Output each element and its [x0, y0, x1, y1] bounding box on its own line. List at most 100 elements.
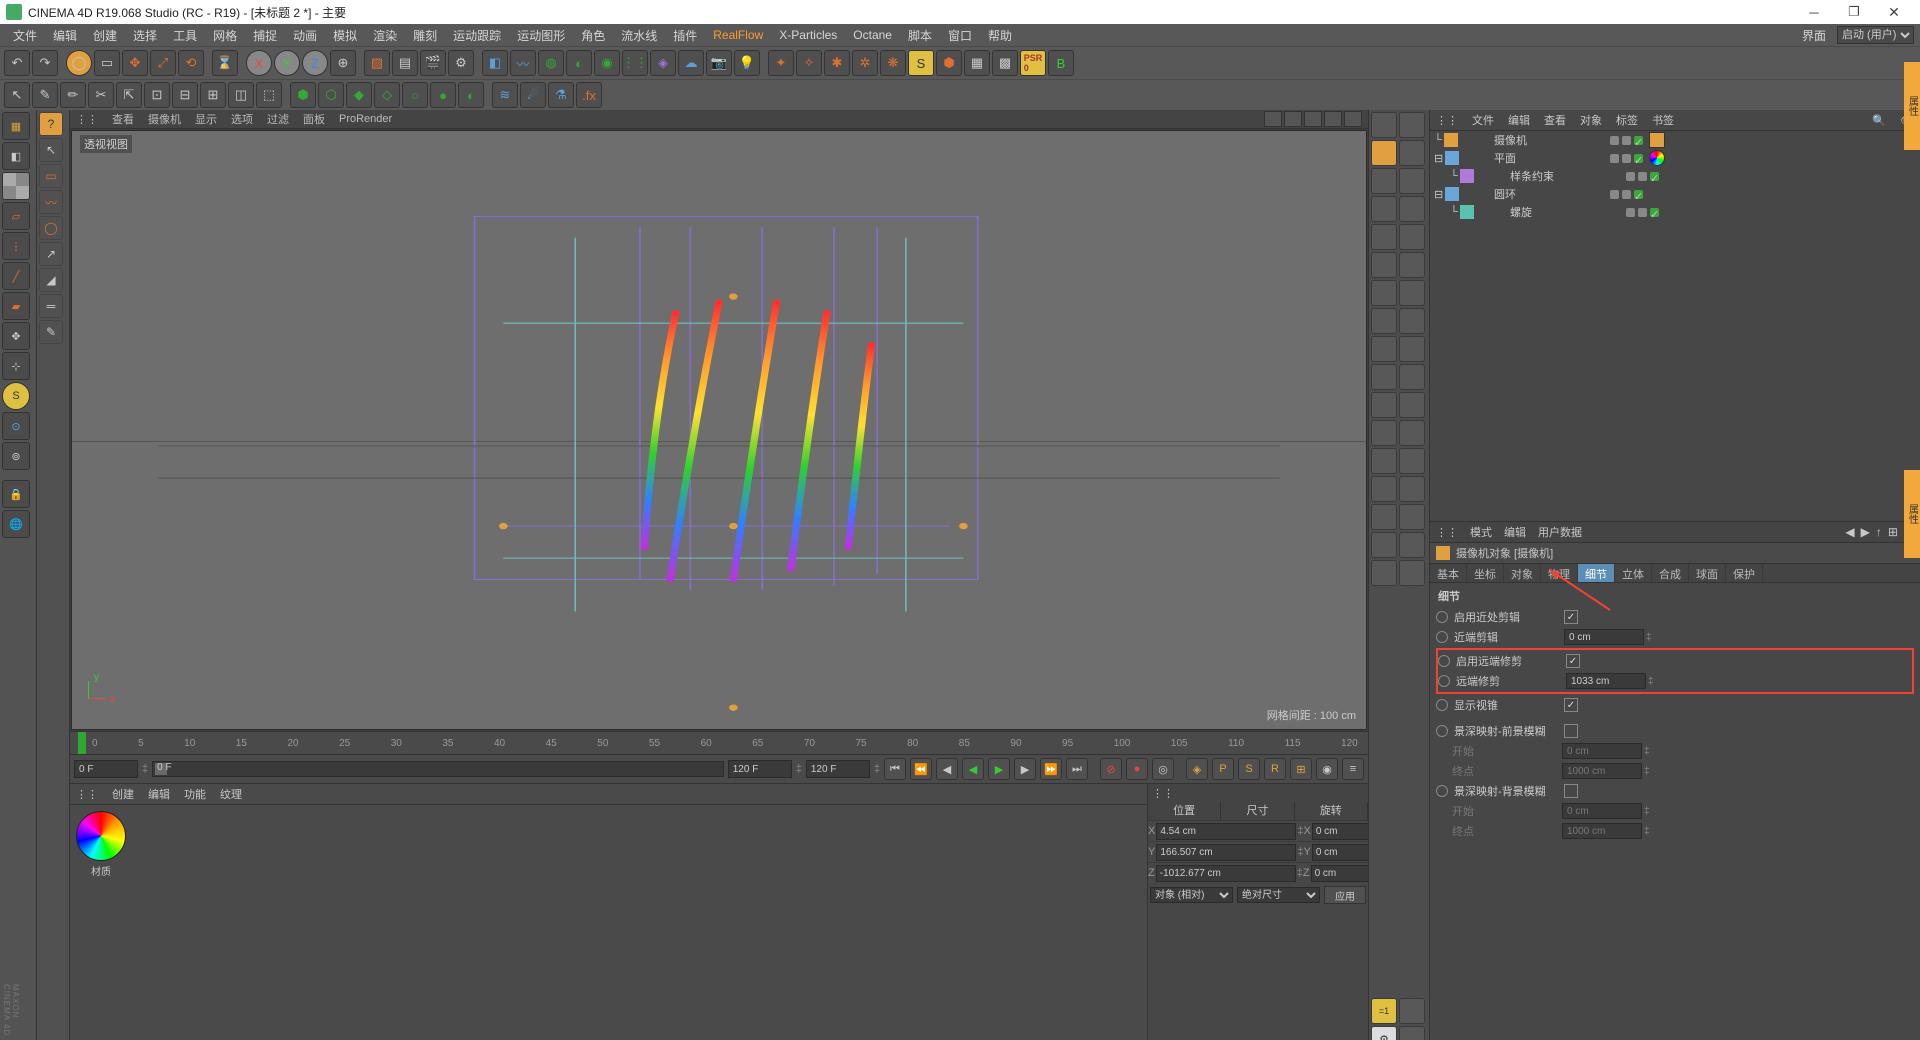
near-enable-checkbox[interactable]: ✓ [1564, 610, 1578, 624]
undo-icon[interactable]: ↶ [4, 50, 30, 76]
menu-snap[interactable]: 捕捉 [246, 25, 284, 46]
poly-mode-icon[interactable]: ▰ [2, 292, 30, 320]
vmenu-display[interactable]: 显示 [195, 111, 217, 127]
kpl-icon[interactable]: ⊞ [1290, 758, 1312, 780]
vmenu-options[interactable]: 选项 [231, 111, 253, 127]
coord-mode-select[interactable]: 对象 (相对) [1150, 887, 1233, 903]
obj-row-plane[interactable]: ⊟ 平面 ✓ [1430, 149, 1920, 167]
cursor-icon[interactable]: ↖ [4, 82, 30, 108]
mg6-icon[interactable]: ● [430, 82, 456, 108]
kr-icon[interactable]: R [1264, 758, 1286, 780]
subtab-stereo[interactable]: 立体 [1615, 564, 1652, 582]
radio-icon[interactable] [1436, 631, 1448, 643]
radio-icon[interactable] [1438, 655, 1450, 667]
goto-start-icon[interactable]: ⏮ [884, 758, 906, 780]
p13-icon[interactable] [1371, 280, 1397, 306]
axis-mode-icon[interactable]: ✥ [2, 322, 30, 350]
menu-xparticles[interactable]: X-Particles [772, 26, 844, 44]
perspective-viewport[interactable]: 透视视图 [71, 130, 1367, 730]
menu-window[interactable]: 窗口 [941, 25, 979, 46]
tool2-icon[interactable]: ⊟ [172, 82, 198, 108]
lasso-icon[interactable]: ◯ [39, 216, 63, 240]
object-tree[interactable]: └ 摄像机 ✓ ⊟ 平面 ✓ └ 样条约束 ✓ ⊟ 圆环 ✓ [1430, 131, 1920, 521]
axis-z-icon[interactable]: Z [302, 50, 328, 76]
mat-tab-func[interactable]: 功能 [184, 786, 206, 802]
om-tab-view[interactable]: 查看 [1544, 112, 1566, 128]
select-live-icon[interactable]: ◯ [66, 50, 92, 76]
coord-size-select[interactable]: 绝对尺寸 [1237, 887, 1320, 903]
coord-apply-button[interactable]: 应用 [1324, 886, 1366, 904]
om-tab-tags[interactable]: 标签 [1616, 112, 1638, 128]
km-icon[interactable]: ◉ [1316, 758, 1338, 780]
radio-icon[interactable] [1436, 699, 1448, 711]
menu-mesh[interactable]: 网格 [206, 25, 244, 46]
mg1-icon[interactable]: ⬢ [290, 82, 316, 108]
p7-icon[interactable] [1371, 196, 1397, 222]
vmenu-prorender[interactable]: ProRender [339, 113, 392, 125]
p34-icon[interactable] [1399, 560, 1425, 586]
render-pv-icon[interactable]: 🎬 [420, 50, 446, 76]
xp4-icon[interactable]: ✲ [852, 50, 878, 76]
kopt-icon[interactable]: ≡ [1342, 758, 1364, 780]
p20-icon[interactable] [1399, 364, 1425, 390]
obj-row-splinewrap[interactable]: └ 样条约束 ✓ [1430, 167, 1920, 185]
far-clip-input[interactable] [1566, 673, 1646, 689]
radio-icon[interactable] [1438, 675, 1450, 687]
vmenu-camera[interactable]: 摄像机 [148, 111, 181, 127]
autokey-icon[interactable]: ◎ [1152, 758, 1174, 780]
axis-y-icon[interactable]: Y [274, 50, 300, 76]
om-tab-bookmarks[interactable]: 书签 [1652, 112, 1674, 128]
play-icon[interactable]: ▶ [988, 758, 1010, 780]
om-search-icon[interactable]: 🔍 [1872, 114, 1886, 127]
am-nav-new-icon[interactable]: ⊞ [1888, 525, 1898, 539]
menu-select[interactable]: 选择 [126, 25, 164, 46]
tweak-icon[interactable]: ⊹ [2, 352, 30, 380]
brush2-icon[interactable]: ✏ [60, 82, 86, 108]
p25-icon[interactable] [1371, 448, 1397, 474]
psr-icon[interactable]: PSR0 [1020, 50, 1046, 76]
vmenu-filter[interactable]: 过滤 [267, 111, 289, 127]
kp-icon[interactable]: P [1212, 758, 1234, 780]
vp-nav5-icon[interactable] [1344, 111, 1362, 127]
spin-icon[interactable]: ‡ [142, 763, 148, 775]
p2-icon[interactable] [1399, 112, 1425, 138]
layout-select[interactable]: 启动 (用户) [1837, 26, 1914, 44]
point-mode-icon[interactable]: ⋮ [2, 232, 30, 260]
p5-icon[interactable] [1371, 168, 1397, 194]
grip-icon[interactable]: ⋮⋮ [1436, 526, 1458, 539]
dyn3-icon[interactable]: ⚗ [548, 82, 574, 108]
subtab-coord[interactable]: 坐标 [1467, 564, 1504, 582]
grip-icon[interactable]: ⋮⋮ [1436, 114, 1458, 127]
subtab-object[interactable]: 对象 [1504, 564, 1541, 582]
minimize-button[interactable]: ─ [1794, 0, 1834, 24]
obj-row-helix[interactable]: └ 螺旋 ✓ [1430, 203, 1920, 221]
menu-file[interactable]: 文件 [6, 25, 44, 46]
plugin3-icon[interactable]: B [1048, 50, 1074, 76]
array-icon[interactable]: ⋮⋮ [622, 50, 648, 76]
snap-icon[interactable]: ⊙ [2, 412, 30, 440]
om-tab-edit[interactable]: 编辑 [1508, 112, 1530, 128]
p30-icon[interactable] [1399, 504, 1425, 530]
move2-icon[interactable]: ↗ [39, 242, 63, 266]
side-badge-1[interactable]: 属性 [1904, 62, 1920, 150]
bridge-icon[interactable]: ═ [39, 294, 63, 318]
menu-script[interactable]: 脚本 [901, 25, 939, 46]
prim-cube-icon[interactable]: ◧ [482, 50, 508, 76]
render-settings-icon[interactable]: ⚙ [448, 50, 474, 76]
viewport-solo-icon[interactable]: S [2, 382, 30, 410]
p32-icon[interactable] [1399, 532, 1425, 558]
pen-palette-icon[interactable] [1371, 140, 1397, 166]
menu-tools[interactable]: 工具 [166, 25, 204, 46]
p21-icon[interactable] [1371, 392, 1397, 418]
light-icon[interactable]: 💡 [734, 50, 760, 76]
am-nav-fwd-icon[interactable]: ▶ [1861, 525, 1870, 539]
brush1-icon[interactable]: ✎ [32, 82, 58, 108]
om-tab-objects[interactable]: 对象 [1580, 112, 1602, 128]
grip-icon[interactable]: ⋮⋮ [76, 113, 98, 126]
menu-track[interactable]: 运动跟踪 [446, 25, 508, 46]
vmenu-panel[interactable]: 面板 [303, 111, 325, 127]
xp2-icon[interactable]: ✧ [796, 50, 822, 76]
prev-key-icon[interactable]: ⏪ [910, 758, 932, 780]
vp-nav1-icon[interactable] [1264, 111, 1282, 127]
menu-plugins[interactable]: 插件 [666, 25, 704, 46]
